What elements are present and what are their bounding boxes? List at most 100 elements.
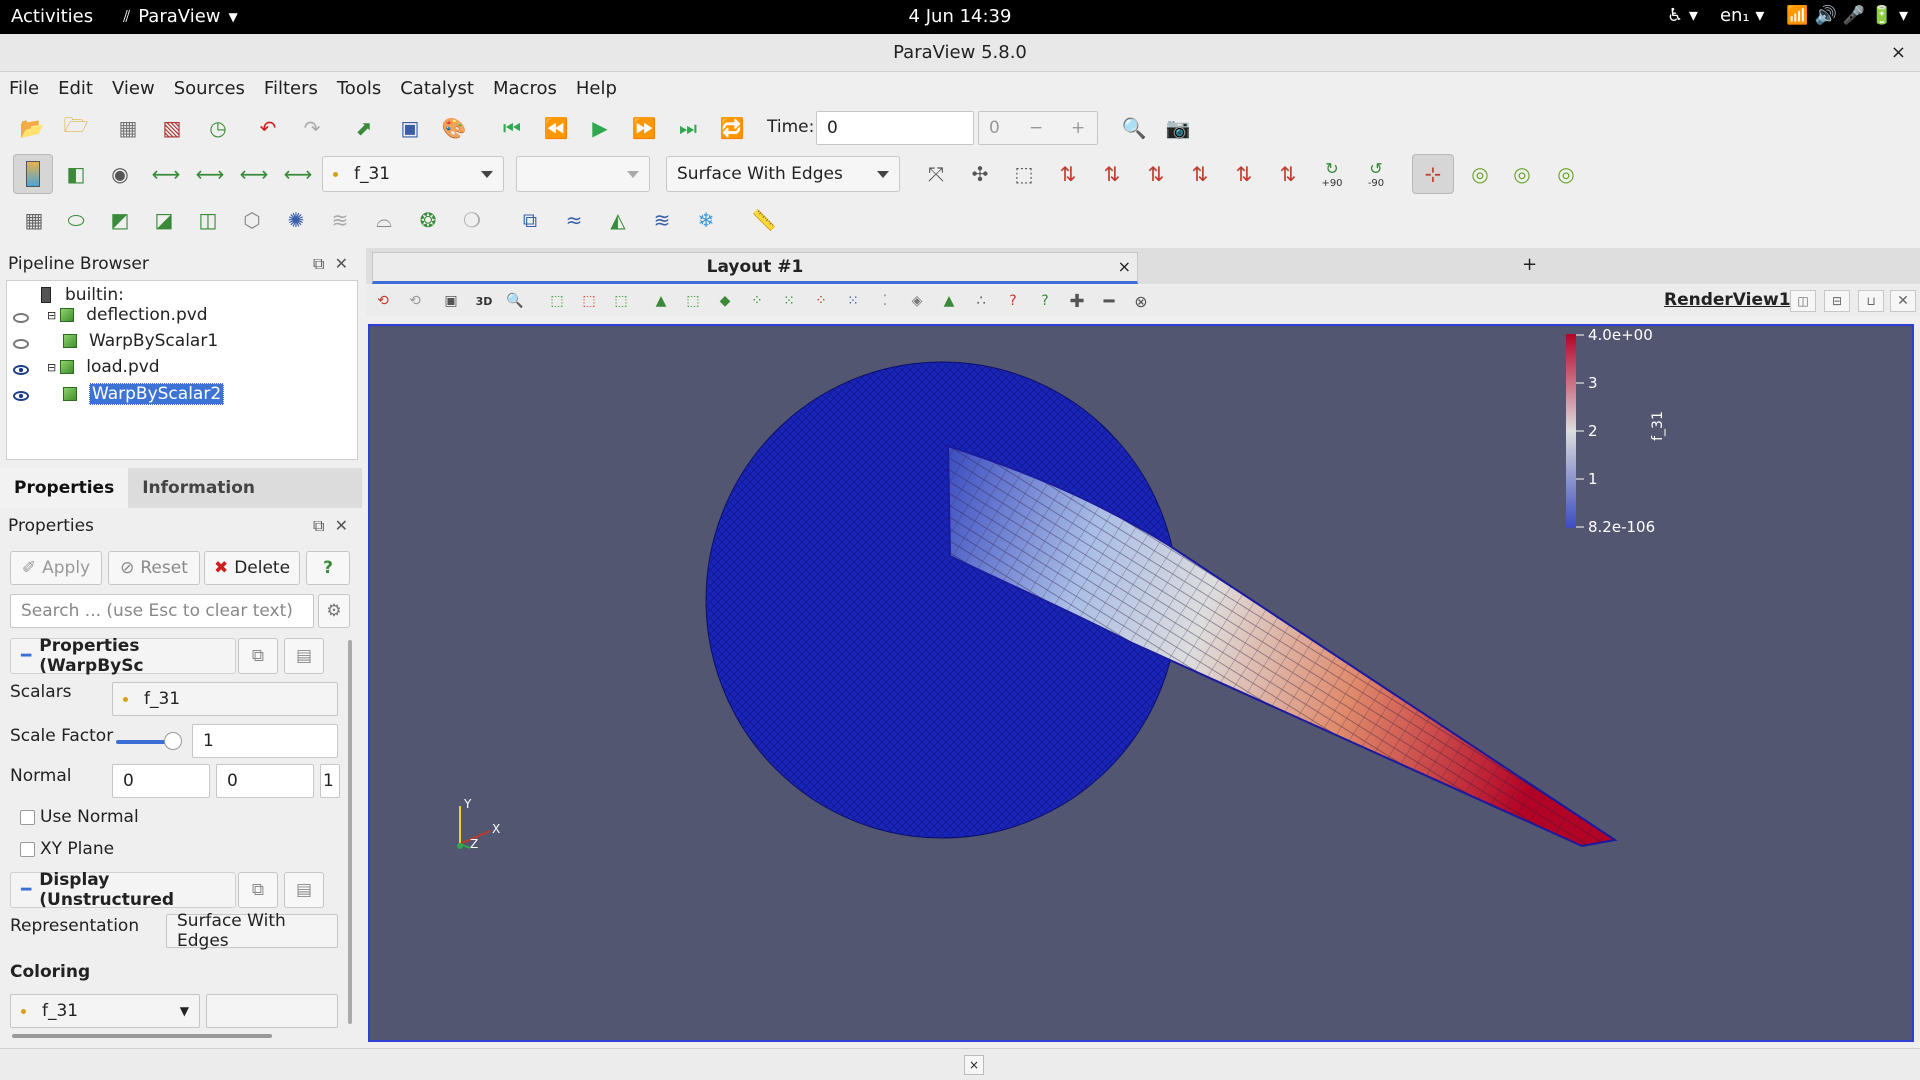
rescale-visible-icon[interactable]: ⟷ <box>240 160 269 188</box>
snowflake-icon[interactable]: ❄ <box>692 206 720 234</box>
view-minus-y-icon[interactable]: ⇅ <box>1186 160 1214 188</box>
select-frustum-icon[interactable]: ⬚ <box>612 292 630 310</box>
plot-data-icon[interactable]: ≋ <box>648 206 676 234</box>
view-minus-z-icon[interactable]: ⇅ <box>1274 160 1302 188</box>
stream-tracer-icon[interactable]: ≋ <box>326 206 354 234</box>
orientation-icon[interactable]: ⟲ <box>406 292 424 310</box>
rescale-range-icon[interactable]: ◉ <box>106 160 134 188</box>
select-polygon-icon[interactable]: ⬚ <box>684 292 702 310</box>
reset-camera-icon[interactable]: ⤧ <box>922 160 950 188</box>
paste-button[interactable]: ▤ <box>284 872 324 908</box>
visibility-on-icon[interactable] <box>13 365 29 375</box>
rescale-temporal-icon[interactable]: ⟷ <box>196 160 225 188</box>
copy-button[interactable]: ⧉ <box>238 638 278 674</box>
extract-selection-icon[interactable]: ⧉ <box>516 206 544 234</box>
apply-button[interactable]: ✐ Apply <box>10 551 102 585</box>
use-normal-checkbox[interactable] <box>20 810 35 825</box>
time-input[interactable]: 0 <box>816 111 974 145</box>
contour-icon[interactable]: ⬭ <box>62 206 90 234</box>
status-close-button[interactable]: × <box>964 1055 984 1075</box>
normal-y-input[interactable]: 0 <box>216 764 314 798</box>
scale-factor-slider-handle[interactable] <box>164 732 182 750</box>
clip-icon[interactable]: ◩ <box>106 206 134 234</box>
menu-help[interactable]: Help <box>576 78 617 99</box>
reset-button[interactable]: ⊘ Reset <box>108 551 200 585</box>
view-minus-x-icon[interactable]: ⇅ <box>1098 160 1126 188</box>
screenshot-icon[interactable]: ▣ <box>442 292 460 310</box>
accessibility-icon[interactable]: ♿ ▾ <box>1667 5 1698 26</box>
render-view[interactable]: 4.0e+00 3 2 1 8.2e-106 f_31 Y X Z <box>368 324 1914 1042</box>
xy-plane-checkbox[interactable] <box>20 842 35 857</box>
select-points-icon[interactable]: ⬚ <box>580 292 598 310</box>
dock-controls[interactable]: ⧉ ✕ <box>313 510 348 542</box>
display-section-header[interactable]: ━ Display (Unstructured <box>10 870 236 910</box>
cancel-icon[interactable]: ⊗ <box>1132 292 1150 311</box>
zoom-to-box-icon[interactable]: ⬚ <box>1010 160 1038 188</box>
menu-view[interactable]: View <box>112 78 155 99</box>
query-green-icon[interactable]: ? <box>1036 292 1054 310</box>
copy-button[interactable]: ⧉ <box>238 872 278 908</box>
calculator-icon[interactable]: ▦ <box>20 206 48 234</box>
threshold-icon[interactable]: ◫ <box>194 206 222 234</box>
system-status-icons[interactable]: 📶 🔊 🎤 🔋 ▾ <box>1786 5 1908 26</box>
language-indicator[interactable]: en₁ ▾ <box>1720 5 1764 26</box>
split-horizontal-button[interactable]: ◫ <box>1790 290 1816 312</box>
maximize-view-button[interactable]: ⊔ <box>1858 290 1884 312</box>
pipeline-item-deflection[interactable]: ⊟ deflection.pvd <box>47 305 208 325</box>
warp-vector-icon[interactable]: ⌓ <box>370 206 398 234</box>
reset-session-icon[interactable]: ◷ <box>204 114 232 142</box>
menu-macros[interactable]: Macros <box>493 78 557 99</box>
color-array-combo[interactable]: f_31 <box>322 156 504 192</box>
capture-screenshot-icon[interactable]: 🔍 <box>1120 114 1148 142</box>
zoom-to-data-icon[interactable]: ✣ <box>966 160 994 188</box>
clock[interactable]: 4 Jun 14:39 <box>909 6 1012 27</box>
clear-selection-icon[interactable]: ⁚ <box>876 292 894 310</box>
select-block-icon[interactable]: ▲ <box>652 292 670 310</box>
interactive-center-icon[interactable]: ◎ <box>1552 160 1580 188</box>
view-name-label[interactable]: RenderView1 <box>1664 290 1791 310</box>
play-icon[interactable]: ▶ <box>586 114 614 142</box>
menu-catalyst[interactable]: Catalyst <box>400 78 474 99</box>
zoom-out-icon[interactable]: ━ <box>1100 291 1118 312</box>
view-plus-y-icon[interactable]: ⇅ <box>1142 160 1170 188</box>
shrink-selection-icon[interactable]: ⁙ <box>844 292 862 310</box>
toggle-color-legend-button[interactable] <box>13 154 53 194</box>
view-plus-z-icon[interactable]: ⇅ <box>1230 160 1258 188</box>
close-tab-button[interactable]: × <box>1118 253 1131 281</box>
select-cells-icon[interactable]: ⬚ <box>548 292 566 310</box>
pipeline-item-warpbyscalar2[interactable]: WarpByScalar2 <box>63 383 225 405</box>
normal-x-input[interactable]: 0 <box>112 764 210 798</box>
visibility-on-icon[interactable] <box>13 391 29 401</box>
prev-frame-icon[interactable]: ⏪ <box>542 114 570 142</box>
tab-layout-1[interactable]: Layout #1 × <box>372 252 1138 284</box>
disconnect-icon[interactable]: ▣ <box>396 114 424 142</box>
last-frame-icon[interactable]: ⏭ <box>674 114 702 142</box>
connect-icon[interactable]: ⬈ <box>350 114 378 142</box>
add-layout-button[interactable]: + <box>1522 254 1537 275</box>
pipeline-item-load[interactable]: ⊟ load.pvd <box>47 357 160 377</box>
timestep-plus-button[interactable]: + <box>1071 118 1085 138</box>
timestep-minus-button[interactable]: − <box>1029 118 1043 138</box>
representation-combo[interactable]: Surface With Edges <box>666 156 900 192</box>
view-plus-x-icon[interactable]: ⇅ <box>1054 160 1082 188</box>
coloring-component-combo[interactable] <box>206 994 338 1028</box>
find-data-icon[interactable]: 📷 <box>1164 114 1192 142</box>
pick-edge-icon[interactable]: ∴ <box>972 292 990 310</box>
scalars-combo[interactable]: f_31 <box>112 682 338 716</box>
undo-icon[interactable]: ↶ <box>254 114 282 142</box>
plot-selection-icon[interactable]: ≈ <box>560 206 588 234</box>
menu-edit[interactable]: Edit <box>58 78 93 99</box>
next-frame-icon[interactable]: ⏩ <box>630 114 658 142</box>
query-icon[interactable]: ? <box>1004 292 1022 310</box>
glyph-icon[interactable]: ✺ <box>282 206 310 234</box>
scale-factor-input[interactable]: 1 <box>192 724 338 758</box>
tab-information[interactable]: Information <box>128 468 269 508</box>
paste-button[interactable]: ▤ <box>284 638 324 674</box>
rotate-minus-90-button[interactable]: ↺ -90 <box>1362 159 1390 189</box>
menu-tools[interactable]: Tools <box>337 78 381 99</box>
split-vertical-button[interactable]: ⊟ <box>1824 290 1850 312</box>
tree-collapse-icon[interactable]: ⊟ <box>47 361 56 374</box>
menu-sources[interactable]: Sources <box>174 78 245 99</box>
dock-controls[interactable]: ⧉ ✕ <box>313 248 348 280</box>
redo-icon[interactable]: ↷ <box>298 114 326 142</box>
